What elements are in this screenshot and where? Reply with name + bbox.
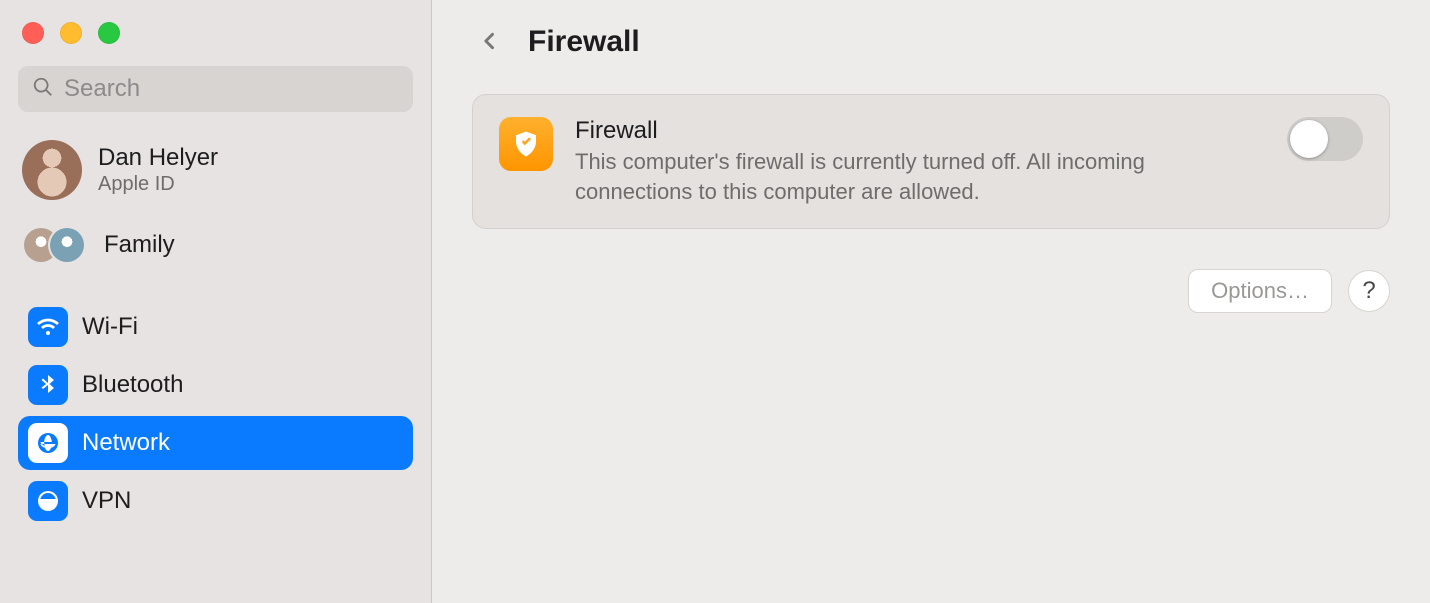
page-header: Firewall — [472, 24, 1390, 60]
back-button[interactable] — [472, 24, 508, 60]
zoom-window-button[interactable] — [98, 22, 120, 44]
sidebar: Dan Helyer Apple ID Family Wi-Fi Bluetoo… — [0, 0, 432, 603]
sidebar-item-label: Family — [104, 231, 175, 259]
search-input[interactable] — [64, 75, 399, 103]
window-controls — [22, 22, 413, 44]
help-button[interactable]: ? — [1348, 270, 1390, 312]
sidebar-item-network[interactable]: Network — [18, 416, 413, 470]
search-field[interactable] — [18, 66, 413, 112]
account-text: Dan Helyer Apple ID — [98, 144, 218, 196]
minimize-window-button[interactable] — [60, 22, 82, 44]
shield-icon — [499, 117, 553, 171]
vpn-icon — [28, 481, 68, 521]
firewall-toggle[interactable] — [1287, 117, 1363, 161]
account-name: Dan Helyer — [98, 144, 218, 173]
sidebar-item-apple-id[interactable]: Dan Helyer Apple ID — [18, 134, 413, 206]
globe-icon — [28, 423, 68, 463]
firewall-card: Firewall This computer's firewall is cur… — [472, 94, 1390, 229]
chevron-left-icon — [480, 26, 500, 59]
toggle-knob — [1290, 120, 1328, 158]
wifi-icon — [28, 307, 68, 347]
sidebar-item-label: VPN — [82, 487, 131, 515]
sidebar-item-wifi[interactable]: Wi-Fi — [18, 300, 413, 354]
avatar — [50, 228, 84, 262]
close-window-button[interactable] — [22, 22, 44, 44]
card-description: This computer's firewall is currently tu… — [575, 147, 1215, 206]
avatar — [22, 140, 82, 200]
search-icon — [32, 76, 64, 103]
sidebar-item-bluetooth[interactable]: Bluetooth — [18, 358, 413, 412]
account-subtitle: Apple ID — [98, 173, 218, 196]
family-avatars — [24, 228, 84, 262]
bluetooth-icon — [28, 365, 68, 405]
card-title: Firewall — [575, 117, 1265, 145]
sidebar-item-family[interactable]: Family — [18, 220, 413, 270]
page-title: Firewall — [528, 25, 640, 59]
sidebar-item-label: Bluetooth — [82, 371, 183, 399]
sidebar-item-label: Wi-Fi — [82, 313, 138, 341]
options-button[interactable]: Options… — [1188, 269, 1332, 313]
footer-row: Options… ? — [472, 269, 1390, 313]
sidebar-item-label: Network — [82, 429, 170, 457]
main-content: Firewall Firewall This computer's firewa… — [432, 0, 1430, 603]
sidebar-item-vpn[interactable]: VPN — [18, 474, 413, 528]
